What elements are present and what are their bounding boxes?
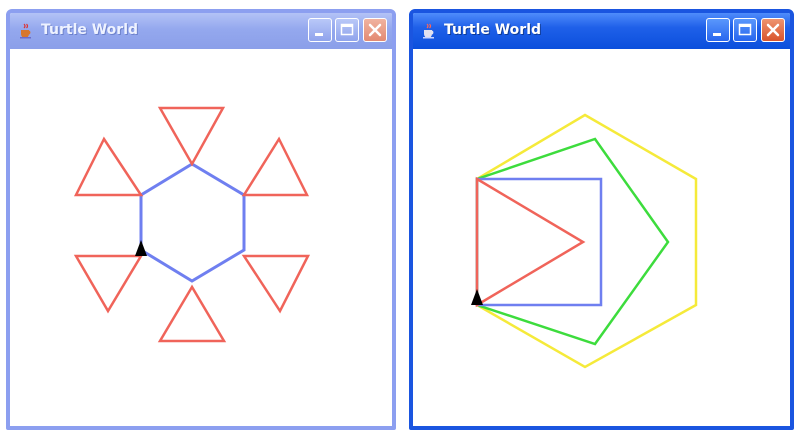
maximize-icon — [340, 23, 354, 36]
blue-hexagon — [139, 162, 246, 283]
yellow-hexagon — [475, 113, 698, 369]
red-triangles — [73, 106, 311, 343]
title-bar[interactable]: Turtle World — [10, 13, 392, 49]
red-triangle-bottom — [157, 284, 227, 343]
close-button[interactable] — [363, 18, 387, 42]
green-pentagon — [475, 137, 670, 346]
red-triangle-upper-left — [73, 136, 144, 197]
close-icon — [766, 23, 780, 37]
drawing-canvas[interactable] — [413, 49, 790, 426]
minimize-icon — [713, 33, 721, 36]
turtle-drawing — [73, 106, 311, 343]
turtle-arrow-icon — [471, 289, 483, 305]
title-bar[interactable]: Turtle World — [413, 13, 790, 49]
java-cup-icon[interactable] — [420, 22, 438, 40]
java-cup-icon[interactable] — [17, 22, 35, 40]
close-icon — [368, 23, 382, 37]
maximize-button[interactable] — [335, 18, 359, 42]
window-title: Turtle World — [444, 22, 542, 38]
minimize-button[interactable] — [308, 18, 332, 42]
red-triangle-lower-left — [73, 254, 144, 314]
turtle-world-window-left[interactable]: Turtle World — [6, 9, 396, 430]
minimize-icon — [315, 33, 323, 36]
red-triangle — [475, 176, 586, 308]
close-button[interactable] — [761, 18, 785, 42]
maximize-button[interactable] — [733, 18, 757, 42]
drawing-canvas[interactable] — [10, 49, 392, 426]
window-title: Turtle World — [41, 22, 139, 38]
turtle-drawing — [471, 113, 698, 369]
red-triangle-top — [157, 106, 226, 167]
minimize-button[interactable] — [706, 18, 730, 42]
turtle-arrow-icon — [135, 240, 147, 256]
maximize-icon — [738, 23, 752, 36]
turtle-world-window-right[interactable]: Turtle World — [409, 9, 794, 430]
red-triangle-lower-right — [241, 254, 311, 314]
red-triangle-upper-right — [241, 136, 310, 197]
